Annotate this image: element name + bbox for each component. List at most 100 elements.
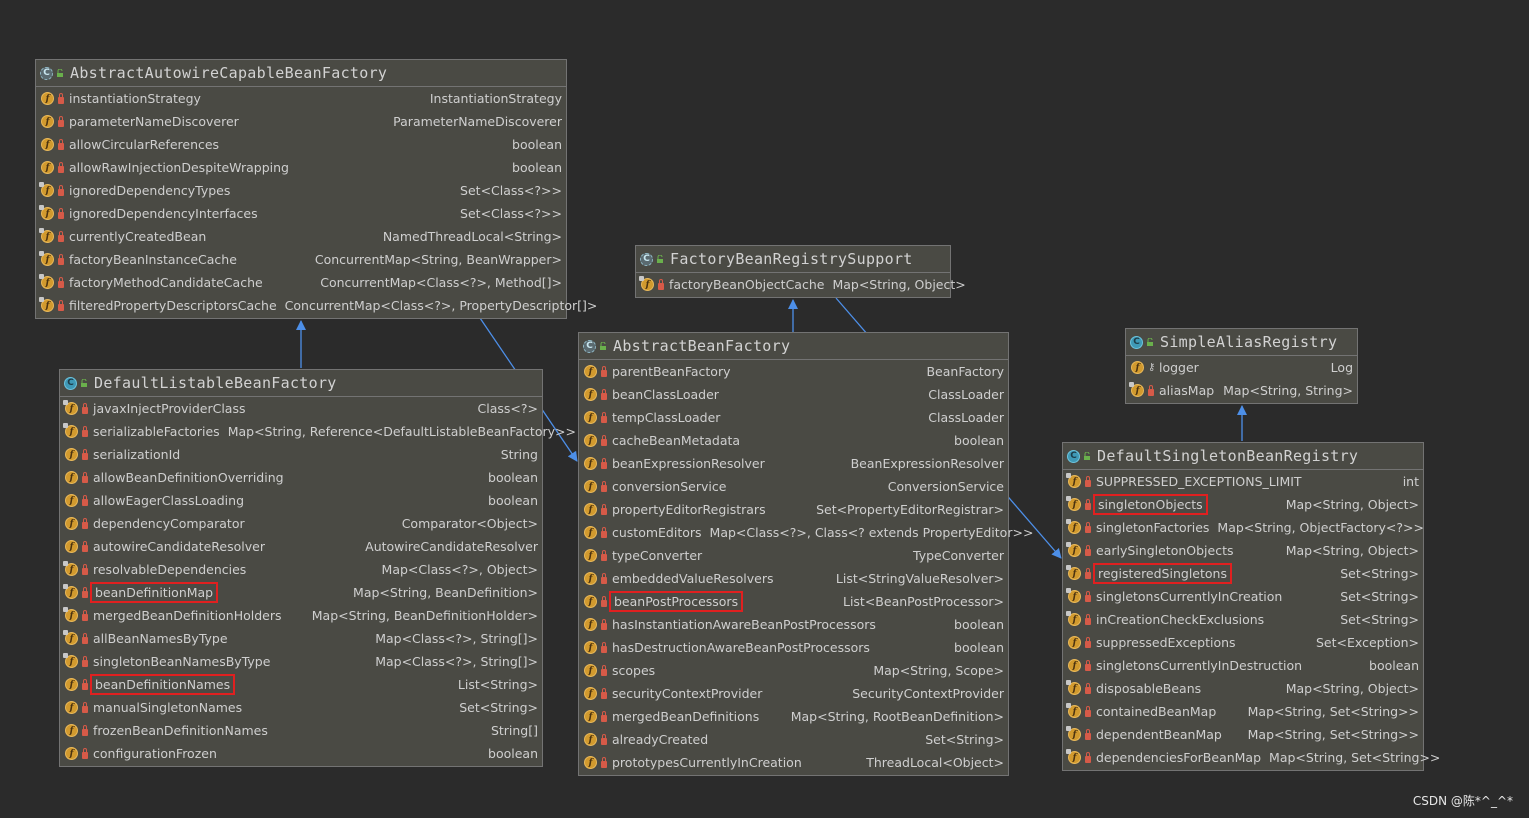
field-row[interactable]: f configurationFrozen boolean	[60, 742, 542, 765]
field-row[interactable]: f ignoredDependencyInterfaces Set<Class<?>…	[36, 202, 566, 225]
field-name: autowireCandidateResolver	[93, 539, 265, 554]
field-type: Map<String, String>	[1223, 383, 1353, 398]
private-lock-icon	[1085, 521, 1091, 533]
field-row[interactable]: f allBeanNamesByType Map<Class<?>, String[…	[60, 627, 542, 650]
field-row[interactable]: f propertyEditorRegistrars Set<PropertyEdi…	[579, 498, 1008, 521]
field-row[interactable]: f inCreationCheckExclusions Set<String>	[1063, 608, 1423, 631]
private-lock-icon	[601, 664, 607, 676]
field-icon: f	[1068, 636, 1081, 649]
field-row[interactable]: f typeConverter TypeConverter	[579, 544, 1008, 567]
field-row[interactable]: f allowBeanDefinitionOverriding boolean	[60, 466, 542, 489]
field-row[interactable]: f hasDestructionAwareBeanPostProcessors bo…	[579, 636, 1008, 659]
field-row[interactable]: f manualSingletonNames Set<String>	[60, 696, 542, 719]
field-row[interactable]: f filteredPropertyDescriptorsCache Concurr…	[36, 294, 597, 317]
field-row[interactable]: f tempClassLoader ClassLoader	[579, 406, 1008, 429]
field-row[interactable]: f customEditors Map<Class<?>, Class<? exte…	[579, 521, 1033, 544]
field-name: javaxInjectProviderClass	[93, 401, 246, 416]
field-row[interactable]: f allowEagerClassLoading boolean	[60, 489, 542, 512]
field-row[interactable]: f beanPostProcessors List<BeanPostProcesso…	[579, 590, 1008, 613]
private-lock-icon	[58, 92, 64, 104]
class-box-sar[interactable]: C SimpleAliasRegistry f ⚷ logger Log f aliasM…	[1125, 328, 1358, 404]
class-icon: C	[64, 376, 77, 390]
field-name: allowBeanDefinitionOverriding	[93, 470, 284, 485]
field-row[interactable]: f instantiationStrategy InstantiationStrat…	[36, 87, 566, 110]
field-row[interactable]: f alreadyCreated Set<String>	[579, 728, 1008, 751]
field-row[interactable]: f factoryBeanInstanceCache ConcurrentMap<S…	[36, 248, 566, 271]
field-name: factoryBeanInstanceCache	[69, 252, 237, 267]
field-row[interactable]: f dependenciesForBeanMap Map<String, Set<S…	[1063, 746, 1440, 769]
field-row[interactable]: f beanExpressionResolver BeanExpressionRes…	[579, 452, 1008, 475]
field-row[interactable]: f beanDefinitionMap Map<String, BeanDefini…	[60, 581, 542, 604]
private-lock-icon	[1085, 751, 1091, 763]
field-row[interactable]: f parentBeanFactory BeanFactory	[579, 360, 1008, 383]
class-header: C AbstractAutowireCapableBeanFactory	[36, 60, 566, 87]
field-row[interactable]: f registeredSingletons Set<String>	[1063, 562, 1423, 585]
field-row[interactable]: f embeddedValueResolvers List<StringValueR…	[579, 567, 1008, 590]
field-row[interactable]: f disposableBeans Map<String, Object>	[1063, 677, 1423, 700]
field-row[interactable]: f factoryBeanObjectCache Map<String, Objec…	[636, 273, 966, 296]
class-box-dlbf[interactable]: C DefaultListableBeanFactory f javaxInjec…	[59, 369, 576, 767]
field-row[interactable]: f beanClassLoader ClassLoader	[579, 383, 1008, 406]
field-name: factoryMethodCandidateCache	[69, 275, 263, 290]
field-type: Map<String, Set<String>>	[1269, 750, 1441, 765]
field-row[interactable]: f allowCircularReferences boolean	[36, 133, 566, 156]
field-row[interactable]: f prototypesCurrentlyInCreation ThreadLoca…	[579, 751, 1008, 774]
class-title: SimpleAliasRegistry	[1160, 333, 1338, 351]
field-name: singletonFactories	[1096, 520, 1210, 535]
field-row[interactable]: f ignoredDependencyTypes Set<Class<?>>	[36, 179, 566, 202]
field-row[interactable]: f frozenBeanDefinitionNames String[]	[60, 719, 542, 742]
field-icon: f	[1066, 496, 1081, 511]
field-row[interactable]: f conversionService ConversionService	[579, 475, 1008, 498]
field-row[interactable]: f securityContextProvider SecurityContextP…	[579, 682, 1008, 705]
field-type: ClassLoader	[928, 410, 1004, 425]
field-row[interactable]: f singletonsCurrentlyInDestruction boolean	[1063, 654, 1423, 677]
field-row[interactable]: f singletonObjects Map<String, Object>	[1063, 493, 1423, 516]
field-row[interactable]: f hasInstantiationAwareBeanPostProcessors…	[579, 613, 1008, 636]
field-row[interactable]: f singletonFactories Map<String, ObjectFac…	[1063, 516, 1424, 539]
field-row[interactable]: f serializableFactories Map<String, Refere…	[60, 420, 576, 443]
field-row[interactable]: f autowireCandidateResolver AutowireCandid…	[60, 535, 542, 558]
private-lock-icon	[82, 494, 88, 506]
field-row[interactable]: f suppressedExceptions Set<Exception>	[1063, 631, 1423, 654]
private-lock-icon	[82, 563, 88, 575]
field-row[interactable]: f cacheBeanMetadata boolean	[579, 429, 1008, 452]
field-row[interactable]: f singletonBeanNamesByType Map<Class<?>, S…	[60, 650, 542, 673]
field-row[interactable]: f dependentBeanMap Map<String, Set<String>…	[1063, 723, 1423, 746]
field-row[interactable]: f containedBeanMap Map<String, Set<String>…	[1063, 700, 1423, 723]
field-type: Map<String, Set<String>>	[1247, 704, 1419, 719]
field-name: filteredPropertyDescriptorsCache	[69, 298, 277, 313]
private-lock-icon	[601, 687, 607, 699]
field-name: ignoredDependencyInterfaces	[69, 206, 258, 221]
abstract-class-icon: C	[583, 339, 596, 353]
field-type: NamedThreadLocal<String>	[382, 229, 562, 244]
field-row[interactable]: f allowRawInjectionDespiteWrapping boolean	[36, 156, 566, 179]
field-row[interactable]: f aliasMap Map<String, String>	[1126, 379, 1357, 402]
field-row[interactable]: f singletonsCurrentlyInCreation Set<String…	[1063, 585, 1423, 608]
class-box-aacbf[interactable]: C AbstractAutowireCapableBeanFactory f in…	[35, 59, 597, 319]
field-row[interactable]: f SUPPRESSED_EXCEPTIONS_LIMIT int	[1063, 470, 1423, 493]
field-row[interactable]: f factoryMethodCandidateCache ConcurrentMa…	[36, 271, 566, 294]
field-row[interactable]: f dependencyComparator Comparator<Object>	[60, 512, 542, 535]
field-row[interactable]: f currentlyCreatedBean NamedThreadLocal<St…	[36, 225, 566, 248]
field-icon: f	[39, 182, 54, 197]
field-name: manualSingletonNames	[93, 700, 243, 715]
private-lock-icon	[1085, 475, 1091, 487]
field-row[interactable]: f resolvableDependencies Map<Class<?>, Obj…	[60, 558, 542, 581]
field-row[interactable]: f beanDefinitionNames List<String>	[60, 673, 542, 696]
field-row[interactable]: f mergedBeanDefinitions Map<String, RootBe…	[579, 705, 1008, 728]
field-row[interactable]: f earlySingletonObjects Map<String, Object…	[1063, 539, 1423, 562]
class-box-dsbr[interactable]: C DefaultSingletonBeanRegistry f SUPPRESS…	[1062, 442, 1440, 771]
class-box-fbrs[interactable]: C FactoryBeanRegistrySupport f factoryBea…	[635, 245, 966, 298]
private-lock-icon	[601, 641, 607, 653]
field-row[interactable]: f mergedBeanDefinitionHolders Map<String, …	[60, 604, 542, 627]
field-row[interactable]: f javaxInjectProviderClass Class<?>	[60, 397, 542, 420]
private-lock-icon	[82, 655, 88, 667]
field-row[interactable]: f scopes Map<String, Scope>	[579, 659, 1008, 682]
private-lock-icon	[58, 138, 64, 150]
field-row[interactable]: f parameterNameDiscoverer ParameterNameDis…	[36, 110, 566, 133]
field-name: securityContextProvider	[612, 686, 763, 701]
field-name: prototypesCurrentlyInCreation	[612, 755, 802, 770]
field-row[interactable]: f ⚷ logger Log	[1126, 356, 1357, 379]
class-box-abf[interactable]: C AbstractBeanFactory f parentBeanFactory…	[578, 332, 1033, 776]
field-row[interactable]: f serializationId String	[60, 443, 542, 466]
